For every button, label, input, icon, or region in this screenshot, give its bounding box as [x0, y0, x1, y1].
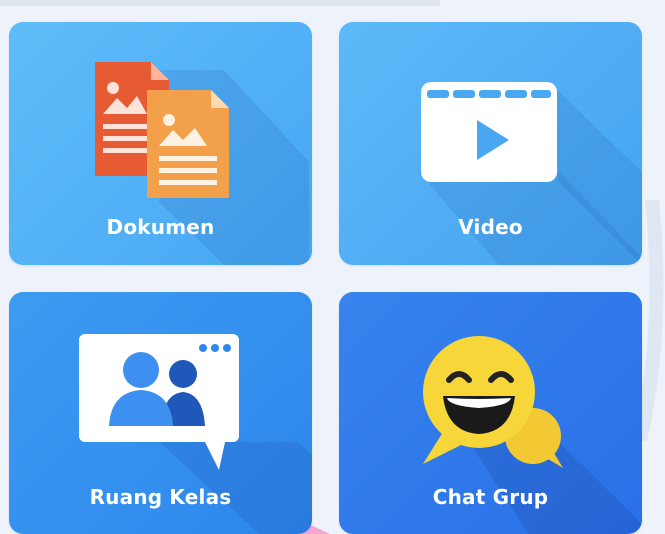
dokumen-label: Dokumen — [106, 215, 215, 239]
video-tile[interactable]: Video — [339, 22, 642, 265]
dokumen-tile[interactable]: Dokumen — [9, 22, 312, 265]
document-icon — [95, 62, 229, 198]
video-player-icon — [421, 82, 557, 182]
video-label: Video — [458, 215, 523, 239]
ruang-kelas-tile[interactable]: Ruang Kelas — [9, 292, 312, 534]
chat-grup-label: Chat Grup — [432, 485, 549, 509]
ruang-kelas-label: Ruang Kelas — [89, 485, 232, 509]
classroom-icon — [79, 334, 239, 470]
chat-emoji-icon — [423, 336, 563, 468]
chat-grup-tile[interactable]: Chat Grup — [339, 292, 642, 534]
top-bar — [0, 0, 440, 6]
